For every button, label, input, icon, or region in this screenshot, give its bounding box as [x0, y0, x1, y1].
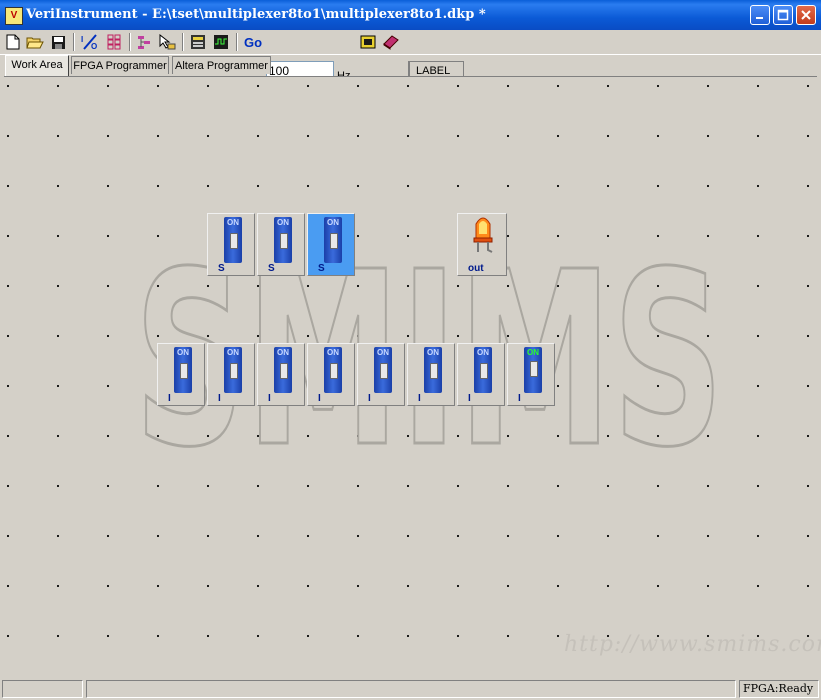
svg-text:O: O [91, 42, 97, 50]
pointer-icon[interactable] [157, 32, 177, 52]
input-switch[interactable]: ON I [357, 343, 405, 406]
switch-lever [180, 363, 188, 379]
switch-on-label: ON [227, 218, 239, 227]
app-window: V VeriInstrument - E:\tset\multiplexer8t… [0, 0, 821, 700]
app-icon[interactable]: V [5, 7, 23, 25]
led-label: out [468, 263, 484, 274]
toolbar: IO Go Hz LABEL [0, 30, 821, 82]
grid-icon[interactable] [104, 32, 124, 52]
waveform-icon[interactable] [211, 32, 231, 52]
close-icon [801, 10, 811, 20]
switch-on-label: ON [477, 348, 489, 357]
url-watermark: http://www.smims.com [564, 632, 821, 657]
switch-on-label: ON [377, 348, 389, 357]
panel-icon[interactable] [188, 32, 208, 52]
switch-lever [280, 233, 288, 249]
open-folder-icon[interactable] [25, 32, 45, 52]
work-area-canvas[interactable]: SMIMS http://www.smims.com ON S ON S ON … [4, 76, 821, 679]
tab-work-area[interactable]: Work Area [5, 55, 69, 76]
title-bar[interactable]: V VeriInstrument - E:\tset\multiplexer8t… [0, 0, 821, 30]
switch-on-label: ON [227, 348, 239, 357]
switch-lever [430, 363, 438, 379]
maximize-icon [777, 9, 789, 21]
book-icon[interactable] [381, 32, 401, 52]
toolbar-separator [182, 33, 184, 51]
input-switch[interactable]: ON I [407, 343, 455, 406]
minimize-button[interactable] [750, 5, 770, 25]
switch-on-label: ON [177, 348, 189, 357]
input-switch[interactable]: ON I [307, 343, 355, 406]
select-switch[interactable]: ON S [207, 213, 255, 276]
switch-on-label: ON [527, 348, 539, 357]
new-file-icon[interactable] [3, 32, 23, 52]
save-icon[interactable] [48, 32, 68, 52]
switch-label: S [268, 263, 275, 274]
toolbar-separator [129, 33, 131, 51]
switch-label: S [218, 263, 225, 274]
go-label: Go [243, 34, 263, 50]
toolbar-separator [236, 33, 238, 51]
switch-lever [380, 363, 388, 379]
switch-on-label: ON [277, 348, 289, 357]
status-pane [86, 680, 736, 698]
switch-label: I [218, 393, 221, 404]
switch-lever [230, 233, 238, 249]
fpga-status: FPGA:Ready [739, 680, 819, 698]
switch-on-label: ON [277, 218, 289, 227]
maximize-button[interactable] [773, 5, 793, 25]
close-button[interactable] [796, 5, 816, 25]
input-switch[interactable]: ON I [457, 343, 505, 406]
go-button[interactable]: Go [243, 32, 263, 52]
io-icon[interactable]: IO [80, 32, 100, 52]
status-pane [2, 680, 83, 698]
input-switch[interactable]: ON I [207, 343, 255, 406]
switch-label: I [468, 393, 471, 404]
input-switch[interactable]: ON I [157, 343, 205, 406]
input-switch[interactable]: ON I [507, 343, 555, 406]
select-switch[interactable]: ON S [257, 213, 305, 276]
switch-lever [530, 361, 538, 377]
select-switch[interactable]: ON S [307, 213, 355, 276]
switch-label: I [318, 393, 321, 404]
switch-lever [230, 363, 238, 379]
minimize-icon [756, 17, 763, 19]
switch-lever [330, 233, 338, 249]
svg-text:I: I [81, 35, 83, 44]
tab-altera-programmer[interactable]: Altera Programmer [172, 56, 271, 74]
toolbar-separator [73, 33, 75, 51]
switch-on-label: ON [327, 348, 339, 357]
switch-lever [480, 363, 488, 379]
switch-label: I [418, 393, 421, 404]
switch-lever [280, 363, 288, 379]
tab-fpga-programmer[interactable]: FPGA Programmer [71, 56, 169, 74]
window-title: VeriInstrument - E:\tset\multiplexer8to1… [26, 7, 486, 22]
switch-label: I [518, 393, 521, 404]
switch-lever [330, 363, 338, 379]
chip-icon[interactable] [358, 32, 378, 52]
switch-label: S [318, 263, 325, 274]
led-icon [473, 217, 493, 253]
tree-icon[interactable] [135, 32, 155, 52]
switch-on-label: ON [327, 218, 339, 227]
input-switch[interactable]: ON I [257, 343, 305, 406]
switch-label: I [168, 393, 171, 404]
switch-label: I [268, 393, 271, 404]
output-led[interactable]: out [457, 213, 507, 276]
status-bar: FPGA:Ready [0, 678, 821, 700]
switch-label: I [368, 393, 371, 404]
switch-on-label: ON [427, 348, 439, 357]
